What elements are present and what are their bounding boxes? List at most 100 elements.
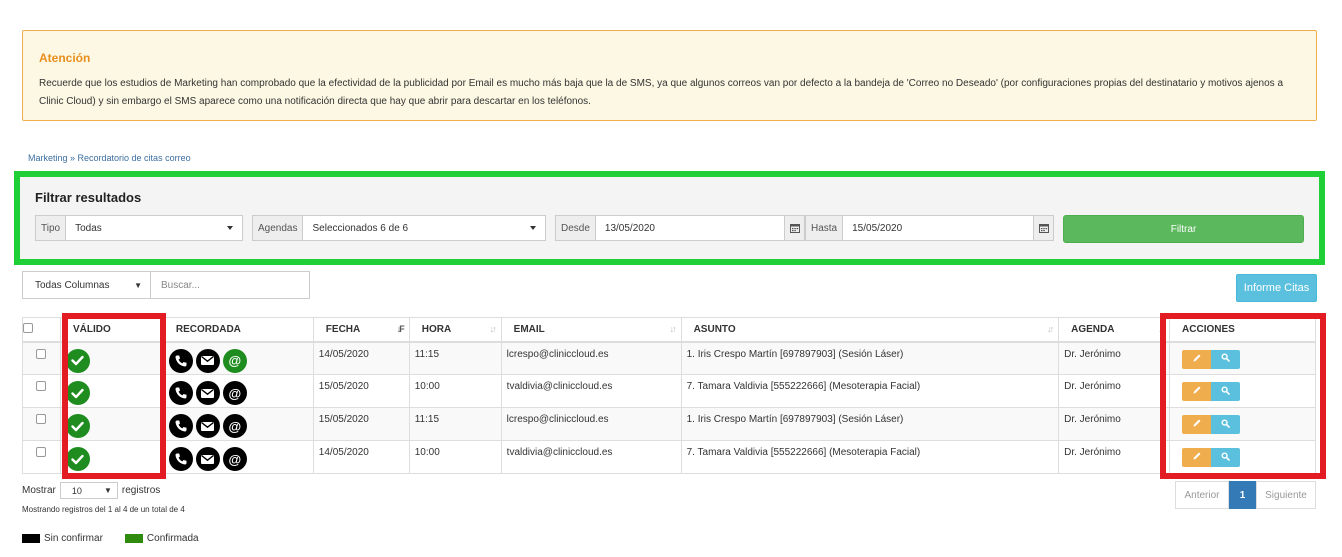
filter-title: Filtrar resultados <box>35 190 142 205</box>
row-checkbox[interactable] <box>36 348 47 359</box>
header-valido[interactable]: VÁLIDO <box>59 317 164 343</box>
tipo-select[interactable]: Todas <box>66 216 242 240</box>
actions-cell <box>1169 440 1316 474</box>
chevron-down-icon: ▼ <box>103 486 112 495</box>
calendar-icon[interactable] <box>784 216 804 240</box>
sort-icon: ↓↑ <box>669 324 677 334</box>
header-agenda[interactable]: AGENDA ↓↑ <box>1058 317 1170 343</box>
tipo-label: Tipo <box>36 216 67 240</box>
sort-icon: ↓↑ <box>1158 324 1165 334</box>
hasta-filter: Hasta 15/05/2020 <box>805 215 1054 241</box>
agenda-cell: Dr. Jerónimo <box>1058 374 1170 408</box>
chevron-down-icon <box>530 226 536 230</box>
header-label: FECHA <box>325 323 361 335</box>
header-fecha[interactable]: FECHA ↓F <box>312 317 410 343</box>
pencil-icon <box>1192 353 1202 366</box>
row-checkbox-cell <box>22 374 61 408</box>
report-button[interactable]: Informe Citas <box>1236 274 1317 302</box>
search-icon <box>1221 353 1230 365</box>
column-select[interactable]: Todas Columnas ▼ <box>23 272 151 298</box>
agendas-value: Seleccionados 6 de 6 <box>312 222 409 234</box>
table-row: @15/05/2020 11:15 lcrespo@cliniccloud.es 1.… <box>22 407 1316 441</box>
hasta-input[interactable]: 15/05/2020 <box>843 216 1033 240</box>
table-row: @15/05/2020 10:00 tvaldivia@cliniccloud.es… <box>22 374 1316 408</box>
desde-label: Desde <box>556 216 596 240</box>
at-sign-icon: @ <box>222 348 247 373</box>
legend: Sin confirmar Confirmada <box>22 533 199 544</box>
header-label: ASUNTO <box>693 323 736 335</box>
check-circle-icon <box>65 381 90 405</box>
next-page-button[interactable]: Siguiente <box>1256 481 1316 509</box>
edit-button[interactable] <box>1182 448 1212 467</box>
filter-button[interactable]: Filtrar <box>1063 215 1304 243</box>
select-all-checkbox-cell <box>22 317 61 343</box>
header-label: ACCIONES <box>1182 323 1235 335</box>
hora-cell: 10:00 <box>408 440 502 474</box>
row-checkbox[interactable] <box>36 381 47 391</box>
column-select-value: Todas Columnas <box>35 279 110 291</box>
email-cell: lcrespo@cliniccloud.es <box>500 341 682 375</box>
valid-cell <box>59 407 164 441</box>
table-info: Mostrando registros del 1 al 4 de un tot… <box>22 505 185 514</box>
asunto-cell: 1. Iris Crespo Martín [697897903] (Sesió… <box>680 407 1059 441</box>
fecha-cell: 15/05/2020 <box>312 407 410 441</box>
agenda-cell: Dr. Jerónimo <box>1058 341 1170 375</box>
row-checkbox[interactable] <box>36 414 47 424</box>
warning-alert: Atención Recuerde que los estudios de Ma… <box>22 30 1317 121</box>
agendas-label: Agendas <box>253 216 304 240</box>
filter-panel: Filtrar resultados Tipo Todas Agendas Se… <box>14 171 1325 265</box>
header-asunto[interactable]: ASUNTO ↓↑ <box>680 317 1059 343</box>
view-button[interactable] <box>1211 349 1241 369</box>
header-acciones: ACCIONES <box>1169 317 1316 343</box>
view-button[interactable] <box>1211 448 1241 467</box>
edit-button[interactable] <box>1182 382 1212 401</box>
header-email[interactable]: EMAIL ↓↑ <box>500 317 682 343</box>
row-checkbox-cell <box>22 341 61 375</box>
agenda-cell: Dr. Jerónimo <box>1058 407 1170 441</box>
prev-page-button[interactable]: Anterior <box>1175 481 1229 509</box>
calendar-icon[interactable] <box>1033 216 1053 240</box>
email-cell: tvaldivia@cliniccloud.es <box>500 374 682 408</box>
header-hora[interactable]: HORA ↓↑ <box>408 317 502 343</box>
agendas-filter: Agendas Seleccionados 6 de 6 <box>252 215 546 241</box>
search-icon <box>1221 385 1230 398</box>
pencil-icon <box>1192 418 1202 431</box>
at-sign-icon: @ <box>222 414 247 438</box>
phone-icon <box>168 414 193 438</box>
header-recordada[interactable]: RECORDADA <box>162 317 314 343</box>
asunto-cell: 7. Tamara Valdivia [555222666] (Mesotera… <box>680 374 1059 408</box>
breadcrumb[interactable]: Marketing » Recordatorio de citas correo <box>28 153 191 163</box>
view-button[interactable] <box>1211 415 1241 434</box>
legend-swatch-confirmed <box>124 534 143 543</box>
length-select[interactable]: 10 ▼ <box>59 482 118 499</box>
edit-button[interactable] <box>1182 415 1212 434</box>
alert-text: Recuerde que los estudios de Marketing h… <box>39 78 1284 107</box>
legend-swatch-unconfirmed <box>22 534 40 543</box>
valid-cell <box>59 374 164 408</box>
sort-desc-icon: ↓F <box>396 324 405 334</box>
envelope-icon <box>195 414 220 438</box>
desde-filter: Desde 13/05/2020 <box>555 215 805 241</box>
header-label: VÁLIDO <box>72 323 111 335</box>
desde-input[interactable]: 13/05/2020 <box>596 216 784 240</box>
fecha-cell: 14/05/2020 <box>312 440 410 474</box>
reminded-cell: @ <box>162 374 314 408</box>
fecha-cell: 15/05/2020 <box>312 374 410 408</box>
page-1-button[interactable]: 1 <box>1229 481 1256 509</box>
header-label: EMAIL <box>513 323 545 335</box>
edit-button[interactable] <box>1182 349 1212 369</box>
agendas-select[interactable]: Seleccionados 6 de 6 <box>303 216 545 240</box>
row-checkbox[interactable] <box>36 447 47 457</box>
reminded-cell: @ <box>162 407 314 441</box>
sort-icon: ↓↑ <box>1047 324 1054 334</box>
hora-cell: 11:15 <box>408 341 502 375</box>
select-all-checkbox[interactable] <box>23 322 33 333</box>
row-checkbox-cell <box>22 407 61 441</box>
valid-cell <box>59 341 164 375</box>
phone-icon <box>168 447 193 471</box>
reminded-cell: @ <box>162 341 314 375</box>
legend-label-confirmed: Confirmada <box>146 533 199 544</box>
view-button[interactable] <box>1211 382 1241 401</box>
search-input[interactable]: Buscar... <box>151 272 200 298</box>
table-row: @14/05/2020 11:15 lcrespo@cliniccloud.es 1.… <box>22 341 1316 375</box>
